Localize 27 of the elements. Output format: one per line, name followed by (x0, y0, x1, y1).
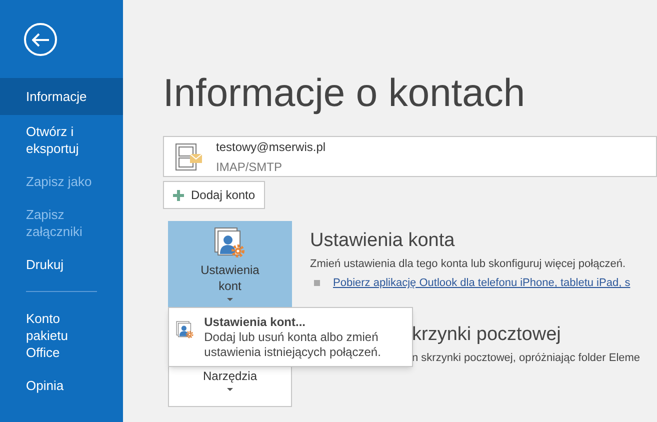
arrow-left-icon (32, 32, 50, 46)
back-button[interactable] (24, 23, 57, 56)
sidebar-item[interactable]: Informacje (0, 78, 123, 115)
mailbox-icon (174, 142, 204, 172)
outlook-app-link[interactable]: Pobierz aplikację Outlook dla telefonu iPhone, tabletu iPad, s (333, 276, 630, 290)
add-account-button[interactable]: Dodaj konto (163, 181, 266, 209)
bullet-icon (314, 280, 320, 286)
sidebar-item[interactable]: Drukuj (0, 248, 123, 281)
account-settings-icon (214, 226, 246, 258)
page-title: Informacje o kontach (163, 71, 526, 117)
account-email: testowy@mserwis.pl (216, 138, 326, 154)
section-description: n skrzynki pocztowej, opróżniając folder Eleme (412, 351, 640, 365)
section-heading: krzynki pocztowej (412, 323, 562, 347)
sidebar-item[interactable]: Opinia (0, 369, 123, 402)
caret-icon (227, 388, 233, 392)
sidebar-item[interactable]: Otwórz i eksportuj (0, 115, 123, 165)
section-description: Zmień ustawienia dla tego konta lub skonfiguruj więcej połączeń. (310, 257, 627, 271)
account-settings-tile[interactable]: Ustawienia kont (168, 221, 292, 307)
menu-item-description: Dodaj lub usuń konta albo zmień ustawienia istniejących połączeń. (204, 330, 382, 360)
menu-item-title: Ustawienia kont... (204, 314, 306, 330)
account-selector[interactable]: testowy@mserwis.pl IMAP/SMTP (163, 136, 657, 177)
caret-icon (227, 298, 233, 302)
menu-item[interactable]: Ustawienia kont... Dodaj lub usuń konta albo zmień ustawienia istniejących połączeń. (169, 312, 412, 362)
section-heading: Ustawienia konta (310, 229, 456, 253)
account-type: IMAP/SMTP (216, 158, 284, 174)
plus-icon (173, 190, 184, 200)
sidebar-item[interactable]: Konto pakietu Office (0, 302, 123, 369)
